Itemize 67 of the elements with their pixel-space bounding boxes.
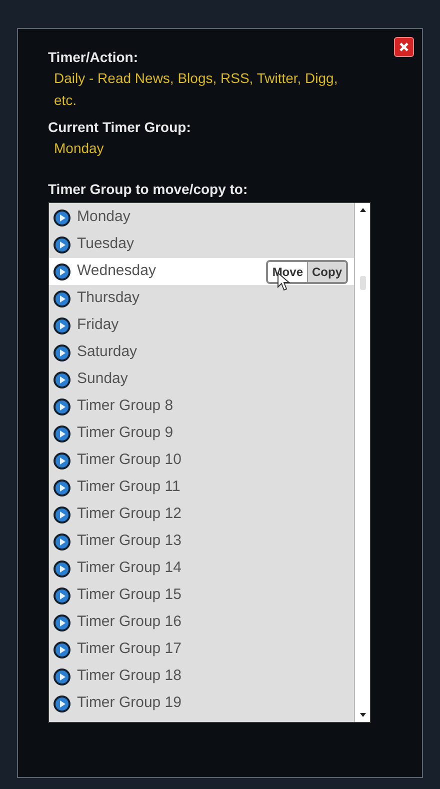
play-icon (53, 560, 71, 578)
group-list-item[interactable]: Timer Group 13 (49, 528, 354, 555)
play-icon (53, 694, 71, 712)
list-label: Timer Group to move/copy to: (48, 180, 249, 199)
play-icon (53, 262, 71, 280)
close-icon (399, 42, 409, 52)
action-button[interactable]: Copy (308, 262, 346, 282)
scrollbar[interactable] (354, 203, 370, 722)
play-icon (53, 236, 71, 254)
group-name: Timer Group 8 (77, 396, 174, 416)
group-name: Wednesday (77, 261, 156, 282)
group-list-item[interactable]: Monday (49, 204, 354, 231)
group-name: Monday (77, 207, 130, 228)
play-icon (53, 668, 71, 686)
play-icon (53, 208, 71, 226)
play-icon (53, 614, 71, 632)
group-name: Timer Group 19 (77, 693, 182, 714)
play-icon (53, 370, 71, 388)
field-value: Daily - Read News, Blogs, RSS, Twitter, Digg, etc. (53, 69, 339, 110)
group-name: Timer Group 13 (77, 531, 182, 552)
group-name: Timer Group 10 (77, 450, 182, 470)
group-name: Timer Group 9 (77, 423, 174, 444)
group-name: Timer Group 16 (77, 612, 182, 632)
group-list-item[interactable]: Timer Group 8 (49, 393, 354, 420)
group-name: Thursday (77, 288, 140, 308)
group-name: Friday (77, 315, 119, 336)
play-icon (53, 344, 71, 362)
play-icon (53, 424, 71, 442)
group-name: Sunday (77, 369, 128, 390)
play-icon (53, 316, 71, 334)
play-icon (53, 452, 71, 470)
group-name: Saturday (77, 342, 138, 362)
group-list-item[interactable]: Timer Group 12 (49, 501, 354, 528)
group-list-item[interactable]: Thursday (49, 285, 354, 312)
group-list-item[interactable]: Timer Group 15 (49, 582, 354, 609)
group-list-item[interactable]: Tuesday (49, 231, 354, 258)
group-list-item[interactable]: Timer Group 11 (49, 474, 354, 501)
action-button[interactable]: Move (268, 262, 308, 282)
play-icon (53, 640, 71, 658)
group-name: Timer Group 15 (77, 585, 182, 606)
group-list-item[interactable]: Timer Group 9 (49, 420, 354, 447)
group-list-item[interactable]: Timer Group 17 (49, 636, 354, 663)
play-icon (53, 478, 71, 496)
group-list-item[interactable]: Saturday (49, 339, 354, 366)
group-name: Timer Group 18 (77, 666, 182, 686)
group-list-item[interactable]: Timer Group 10 (49, 447, 354, 474)
play-icon (53, 398, 71, 416)
scroll-thumb[interactable] (360, 276, 366, 290)
group-name: Timer Group 11 (77, 477, 180, 498)
field-label: Timer/Action: (48, 48, 139, 67)
play-icon (53, 290, 71, 308)
group-name: Timer Group 17 (77, 639, 182, 660)
group-list-item[interactable]: Friday (49, 312, 354, 339)
group-list-item[interactable]: Sunday (49, 366, 354, 393)
group-list-item[interactable]: Timer Group 18 (49, 663, 354, 690)
group-name: Timer Group 14 (77, 558, 182, 578)
group-name: Tuesday (77, 234, 134, 254)
play-icon (53, 532, 71, 550)
play-icon (53, 586, 71, 604)
group-list-item[interactable]: Timer Group 19 (49, 690, 354, 717)
play-icon (53, 506, 71, 524)
field-label: Current Timer Group: (48, 118, 192, 137)
group-list-item[interactable]: Timer Group 14 (49, 555, 354, 582)
close-button[interactable] (394, 37, 414, 57)
field-value: Monday (53, 139, 105, 158)
group-name: Timer Group 12 (77, 504, 182, 524)
group-list-item[interactable]: Timer Group 16 (49, 609, 354, 636)
